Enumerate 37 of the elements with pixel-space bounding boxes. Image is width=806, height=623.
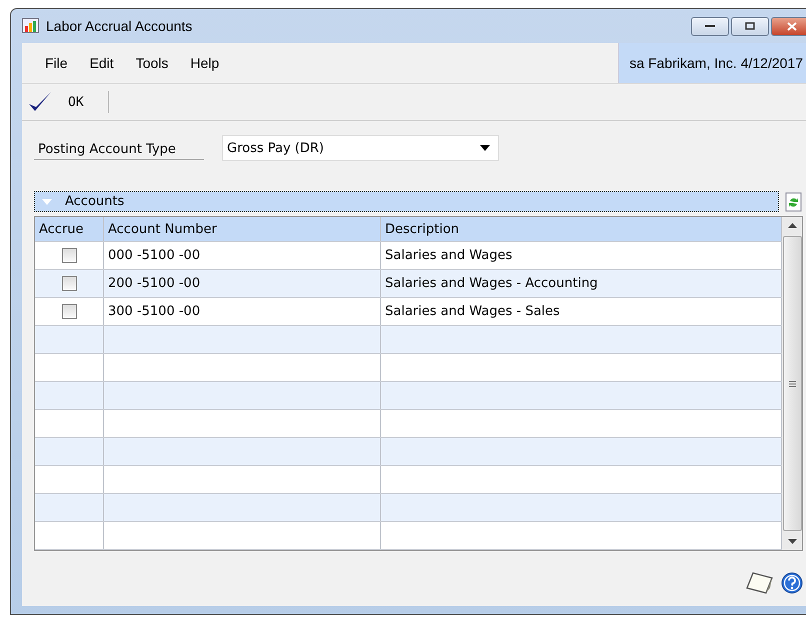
table-cell: Salaries and Wages - Accounting bbox=[385, 276, 598, 291]
menu-item[interactable]: Help bbox=[179, 55, 230, 71]
minimize-button[interactable] bbox=[691, 16, 729, 36]
menu-item[interactable]: Edit bbox=[78, 55, 125, 71]
maximize-button[interactable] bbox=[731, 16, 769, 36]
checkbox[interactable] bbox=[62, 248, 76, 263]
scrollbar[interactable] bbox=[782, 217, 802, 550]
user-info: sa Fabrikam, Inc. 4/12/2017 bbox=[618, 43, 806, 83]
table-cell: 300 -5100 -00 bbox=[108, 304, 200, 319]
refresh-icon[interactable] bbox=[785, 192, 803, 212]
table-cell: Salaries and Wages - Sales bbox=[385, 304, 560, 319]
table-cell: Salaries and Wages bbox=[385, 248, 512, 263]
maximize-icon bbox=[745, 22, 755, 30]
column-header[interactable]: Account Number bbox=[104, 217, 381, 241]
close-button[interactable] bbox=[771, 16, 806, 36]
scroll-down-icon[interactable] bbox=[788, 539, 796, 544]
table-cell: 000 -5100 -00 bbox=[108, 248, 200, 263]
menu-item[interactable]: Tools bbox=[124, 55, 180, 71]
help-icon[interactable] bbox=[781, 572, 803, 594]
menu-item[interactable]: File bbox=[34, 55, 79, 71]
minimize-icon bbox=[705, 24, 715, 28]
window-title: Labor Accrual Accounts bbox=[46, 18, 192, 34]
table-cell: 200 -5100 -00 bbox=[108, 276, 200, 291]
scroll-up-icon[interactable] bbox=[788, 223, 796, 228]
ok-button[interactable]: OK bbox=[22, 91, 84, 113]
grip-icon bbox=[788, 380, 796, 386]
column-header[interactable]: Accrue bbox=[35, 217, 104, 241]
grid-title: Accounts bbox=[65, 194, 124, 209]
checkbox[interactable] bbox=[62, 304, 76, 319]
note-icon[interactable] bbox=[746, 572, 773, 594]
field-label: Posting Account Type bbox=[34, 136, 204, 160]
checkbox[interactable] bbox=[62, 276, 76, 291]
chart-icon bbox=[22, 18, 40, 34]
scroll-thumb[interactable] bbox=[782, 236, 802, 531]
close-icon bbox=[787, 22, 797, 30]
dropdown[interactable]: Gross Pay (DR) bbox=[222, 135, 499, 161]
dropdown-arrow-icon bbox=[480, 145, 490, 151]
